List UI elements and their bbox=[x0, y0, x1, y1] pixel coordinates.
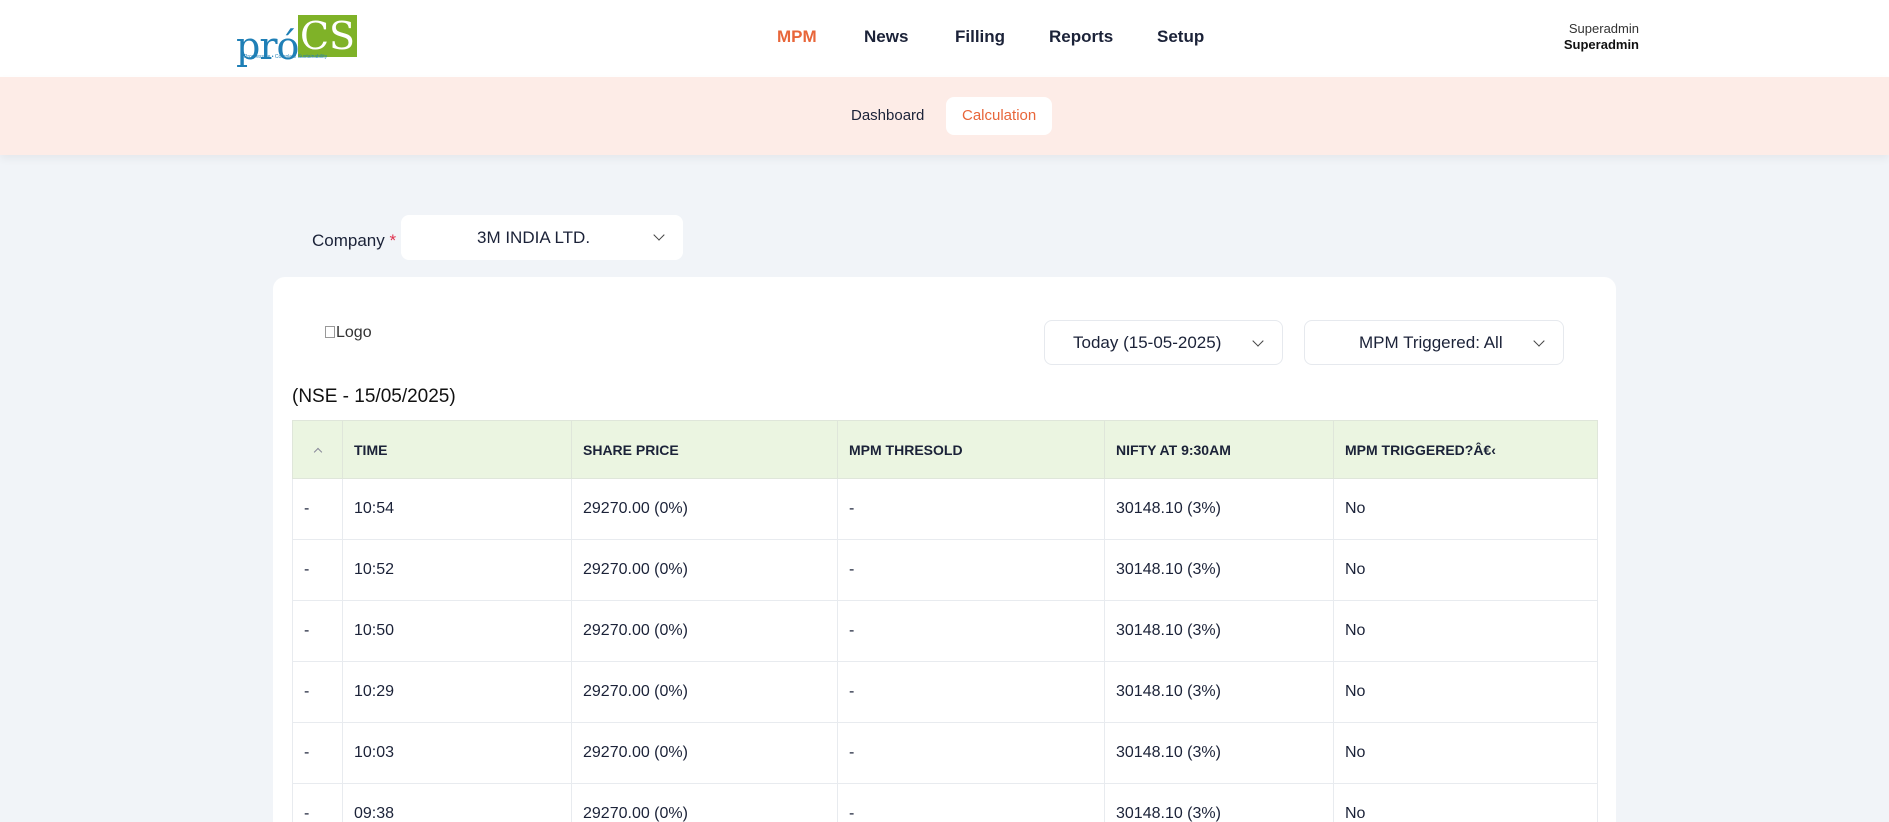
broken-image-icon bbox=[325, 326, 335, 338]
tab-dashboard[interactable]: Dashboard bbox=[835, 97, 940, 135]
chevron-down-icon bbox=[1252, 335, 1264, 347]
company-label-text: Company bbox=[312, 231, 385, 250]
row-share-price: 29270.00 (0%) bbox=[571, 539, 838, 601]
table-row: - 10:54 29270.00 (0%) - 30148.10 (3%) No bbox=[292, 478, 1598, 540]
row-share-price: 29270.00 (0%) bbox=[571, 600, 838, 662]
row-flag: - bbox=[292, 783, 343, 822]
row-time: 10:03 bbox=[342, 722, 572, 784]
user-name: Superadmin bbox=[1563, 37, 1639, 52]
top-header: pró CS Progressive • Complete Sustainabi… bbox=[0, 0, 1889, 77]
nav-item-filling[interactable]: Filling bbox=[955, 27, 1005, 47]
company-select[interactable]: 3M INDIA LTD. bbox=[401, 215, 683, 260]
row-nifty: 30148.10 (3%) bbox=[1104, 661, 1334, 723]
row-flag: - bbox=[292, 722, 343, 784]
table-header-row: TIME SHARE PRICE MPM THRESOLD NIFTY AT 9… bbox=[292, 420, 1598, 479]
column-header-mpm-triggered[interactable]: MPM TRIGGERED?Â€‹ bbox=[1333, 420, 1598, 479]
chevron-down-icon bbox=[1533, 335, 1545, 347]
chevron-down-icon bbox=[653, 229, 665, 241]
sort-toggle[interactable] bbox=[292, 420, 343, 479]
trigger-filter-value: MPM Triggered: All bbox=[1359, 333, 1503, 352]
exchange-date-heading: (NSE - 15/05/2025) bbox=[292, 386, 456, 407]
row-threshold: - bbox=[837, 661, 1105, 723]
nav-item-news[interactable]: News bbox=[864, 27, 908, 47]
logo-tagline: Progressive • Complete Sustainability bbox=[244, 54, 328, 60]
company-logo-image: Logo bbox=[325, 324, 372, 342]
row-share-price: 29270.00 (0%) bbox=[571, 783, 838, 822]
column-header-time[interactable]: TIME bbox=[342, 420, 572, 479]
row-share-price: 29270.00 (0%) bbox=[571, 478, 838, 540]
mpm-table: TIME SHARE PRICE MPM THRESOLD NIFTY AT 9… bbox=[292, 420, 1598, 822]
logo-text-cs: CS bbox=[298, 14, 357, 58]
nav-item-mpm[interactable]: MPM bbox=[777, 27, 817, 47]
nav-item-reports[interactable]: Reports bbox=[1049, 27, 1113, 47]
row-flag: - bbox=[292, 478, 343, 540]
mpm-card: Logo Today (15-05-2025) MPM Triggered: A… bbox=[273, 277, 1616, 822]
chevron-up-icon bbox=[313, 447, 322, 456]
row-threshold: - bbox=[837, 722, 1105, 784]
row-triggered: No bbox=[1333, 478, 1598, 540]
row-time: 09:38 bbox=[342, 783, 572, 822]
row-triggered: No bbox=[1333, 539, 1598, 601]
row-time: 10:52 bbox=[342, 539, 572, 601]
procs-logo[interactable]: pró CS Progressive • Complete Sustainabi… bbox=[236, 14, 358, 68]
row-threshold: - bbox=[837, 783, 1105, 822]
row-triggered: No bbox=[1333, 661, 1598, 723]
date-filter-value: Today (15-05-2025) bbox=[1073, 333, 1222, 352]
sub-nav: Dashboard Calculation bbox=[0, 77, 1889, 155]
row-threshold: - bbox=[837, 539, 1105, 601]
table-row: - 09:38 29270.00 (0%) - 30148.10 (3%) No bbox=[292, 783, 1598, 822]
row-nifty: 30148.10 (3%) bbox=[1104, 722, 1334, 784]
column-header-nifty[interactable]: NIFTY AT 9:30AM bbox=[1104, 420, 1334, 479]
row-triggered: No bbox=[1333, 783, 1598, 822]
column-header-share-price[interactable]: SHARE PRICE bbox=[571, 420, 838, 479]
row-share-price: 29270.00 (0%) bbox=[571, 661, 838, 723]
row-triggered: No bbox=[1333, 722, 1598, 784]
table-row: - 10:52 29270.00 (0%) - 30148.10 (3%) No bbox=[292, 539, 1598, 601]
company-select-value: 3M INDIA LTD. bbox=[477, 228, 591, 247]
logo-alt-text: Logo bbox=[336, 324, 372, 341]
tab-calculation[interactable]: Calculation bbox=[946, 97, 1053, 135]
table-row: - 10:03 29270.00 (0%) - 30148.10 (3%) No bbox=[292, 722, 1598, 784]
row-share-price: 29270.00 (0%) bbox=[571, 722, 838, 784]
row-nifty: 30148.10 (3%) bbox=[1104, 478, 1334, 540]
user-role: Superadmin bbox=[1568, 21, 1639, 36]
row-time: 10:50 bbox=[342, 600, 572, 662]
row-threshold: - bbox=[837, 600, 1105, 662]
row-flag: - bbox=[292, 539, 343, 601]
required-mark: * bbox=[389, 231, 397, 250]
row-nifty: 30148.10 (3%) bbox=[1104, 600, 1334, 662]
nav-item-setup[interactable]: Setup bbox=[1157, 27, 1204, 47]
row-flag: - bbox=[292, 661, 343, 723]
row-threshold: - bbox=[837, 478, 1105, 540]
date-filter-select[interactable]: Today (15-05-2025) bbox=[1044, 320, 1283, 365]
row-nifty: 30148.10 (3%) bbox=[1104, 783, 1334, 822]
table-row: - 10:50 29270.00 (0%) - 30148.10 (3%) No bbox=[292, 600, 1598, 662]
trigger-filter-select[interactable]: MPM Triggered: All bbox=[1304, 320, 1564, 365]
row-triggered: No bbox=[1333, 600, 1598, 662]
row-time: 10:54 bbox=[342, 478, 572, 540]
row-nifty: 30148.10 (3%) bbox=[1104, 539, 1334, 601]
company-label: Company * bbox=[312, 231, 396, 251]
row-time: 10:29 bbox=[342, 661, 572, 723]
row-flag: - bbox=[292, 600, 343, 662]
column-header-mpm-threshold[interactable]: MPM THRESOLD bbox=[837, 420, 1105, 479]
logo-text-pro: pró bbox=[236, 24, 299, 68]
user-menu[interactable]: Superadmin Superadmin bbox=[1564, 21, 1639, 53]
table-row: - 10:29 29270.00 (0%) - 30148.10 (3%) No bbox=[292, 661, 1598, 723]
